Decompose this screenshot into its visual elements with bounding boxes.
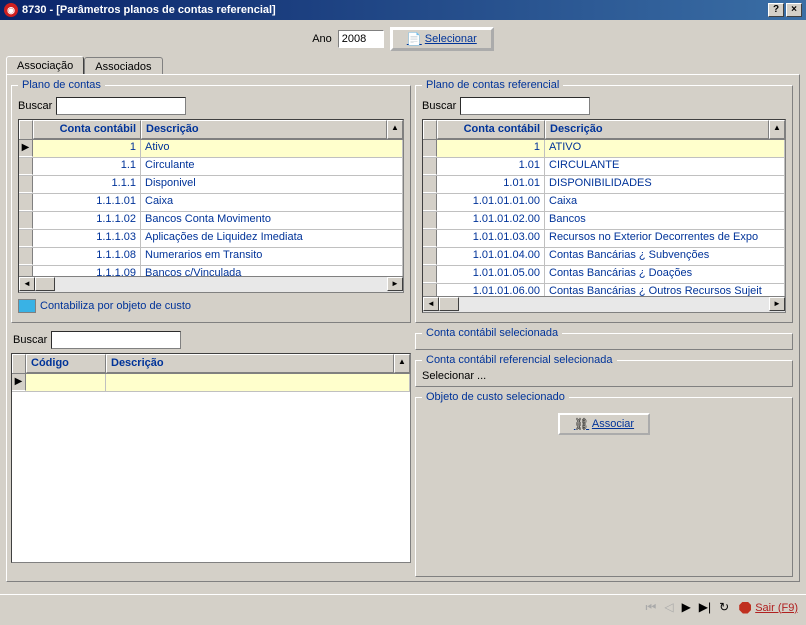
col-descricao[interactable]: Descrição	[545, 120, 769, 139]
table-row[interactable]: 1.01CIRCULANTE	[423, 158, 785, 176]
stop-icon	[739, 602, 751, 614]
close-button[interactable]: ×	[786, 3, 802, 17]
tab-associacao[interactable]: Associação	[6, 56, 84, 74]
table-row[interactable]: 1.1.1.03Aplicações de Liquidez Imediata	[19, 230, 403, 248]
color-swatch	[18, 299, 36, 313]
year-label: Ano	[312, 33, 332, 45]
associar-button[interactable]: ⛓ Associar	[558, 413, 650, 435]
table-row[interactable]: 1.1.1.08Numerarios em Transito	[19, 248, 403, 266]
grid-bottom: Código Descrição ▲ ▶	[11, 353, 411, 563]
table-row[interactable]: ▶1Ativo	[19, 140, 403, 158]
table-row[interactable]: 1ATIVO	[423, 140, 785, 158]
nav-next-icon[interactable]: ▶	[682, 600, 691, 615]
check-label: Contabiliza por objeto de custo	[40, 300, 191, 312]
tab-strip: Associação Associados	[6, 56, 800, 74]
search-label: Buscar	[13, 334, 47, 346]
col-descricao[interactable]: Descrição	[106, 354, 394, 373]
panel-title: Plano de contas	[18, 79, 105, 91]
year-input[interactable]	[338, 30, 384, 48]
row-marker-head	[423, 120, 437, 139]
table-row[interactable]: 1.01.01DISPONIBILIDADES	[423, 176, 785, 194]
scroll-up-icon[interactable]: ▲	[394, 354, 410, 373]
panel-plano-referencial: Plano de contas referencial Buscar Conta…	[415, 79, 793, 323]
search-input-bottom[interactable]	[51, 331, 181, 349]
grid-right: Conta contábil Descrição ▲ 1ATIVO1.01CIR…	[422, 119, 786, 313]
nav-first-icon[interactable]: ⏮	[646, 600, 657, 615]
refresh-icon[interactable]: ↻	[719, 600, 729, 615]
app-icon: ◉	[4, 3, 18, 17]
select-button[interactable]: 📄 Selecionar	[390, 27, 494, 51]
col-conta-contabil[interactable]: Conta contábil	[437, 120, 545, 139]
nav-last-icon[interactable]: ▶|	[699, 600, 711, 615]
row-marker-head	[12, 354, 26, 373]
window-title: 8730 - [Parâmetros planos de contas refe…	[22, 4, 276, 16]
help-button[interactable]: ?	[768, 3, 784, 17]
table-row[interactable]: 1.1.1.09Bancos c/Vinculada	[19, 266, 403, 276]
search-input-left[interactable]	[56, 97, 186, 115]
table-row[interactable]: 1.01.01.05.00Contas Bancárias ¿ Doações	[423, 266, 785, 284]
table-row[interactable]: 1.01.01.06.00Contas Bancárias ¿ Outros R…	[423, 284, 785, 296]
scroll-right-icon[interactable]: ►	[387, 277, 403, 291]
scroll-up-icon[interactable]: ▲	[769, 120, 785, 139]
table-row[interactable]: 1.1Circulante	[19, 158, 403, 176]
status-bar: ⏮ ◁ ▶ ▶| ↻ Sair (F9)	[0, 594, 806, 620]
document-icon: 📄	[407, 32, 421, 46]
nav-icons: ⏮ ◁ ▶ ▶| ↻	[646, 600, 730, 615]
scroll-thumb[interactable]	[439, 297, 459, 311]
table-row[interactable]: 1.1.1.01Caixa	[19, 194, 403, 212]
search-input-right[interactable]	[460, 97, 590, 115]
hscroll-left[interactable]: ◄ ►	[19, 276, 403, 292]
table-row[interactable]: 1.01.01.04.00Contas Bancárias ¿ Subvençõ…	[423, 248, 785, 266]
tab-associados[interactable]: Associados	[84, 57, 162, 75]
select-text[interactable]: Selecionar ...	[422, 370, 786, 382]
panel-conta-ref-selecionada: Conta contábil referencial selecionada S…	[415, 354, 793, 387]
table-row[interactable]: 1.1.1Disponivel	[19, 176, 403, 194]
row-marker-head	[19, 120, 33, 139]
panel-title: Conta contábil referencial selecionada	[422, 354, 617, 366]
table-row[interactable]: 1.01.01.01.00Caixa	[423, 194, 785, 212]
link-icon: ⛓	[574, 417, 588, 431]
col-codigo[interactable]: Código	[26, 354, 106, 373]
table-row[interactable]: 1.01.01.02.00Bancos	[423, 212, 785, 230]
panel-plano-de-contas: Plano de contas Buscar Conta contábil De…	[11, 79, 411, 323]
hscroll-right[interactable]: ◄ ►	[423, 296, 785, 312]
panel-conta-selecionada: Conta contábil selecionada	[415, 327, 793, 350]
scroll-up-icon[interactable]: ▲	[387, 120, 403, 139]
table-row[interactable]: 1.1.1.02Bancos Conta Movimento	[19, 212, 403, 230]
exit-button[interactable]: Sair (F9)	[739, 602, 798, 614]
scroll-left-icon[interactable]: ◄	[19, 277, 35, 291]
scroll-thumb[interactable]	[35, 277, 55, 291]
nav-prev-icon[interactable]: ◁	[664, 600, 673, 615]
table-row[interactable]: ▶	[12, 374, 410, 392]
tab-panel: Plano de contas Buscar Conta contábil De…	[6, 74, 800, 582]
grid-left: Conta contábil Descrição ▲ ▶1Ativo1.1Cir…	[18, 119, 404, 293]
col-conta-contabil[interactable]: Conta contábil	[33, 120, 141, 139]
col-descricao[interactable]: Descrição	[141, 120, 387, 139]
panel-title: Objeto de custo selecionado	[422, 391, 569, 403]
scroll-left-icon[interactable]: ◄	[423, 297, 439, 311]
search-label: Buscar	[18, 100, 52, 112]
panel-title: Conta contábil selecionada	[422, 327, 562, 339]
table-row[interactable]: 1.01.01.03.00Recursos no Exterior Decorr…	[423, 230, 785, 248]
scroll-right-icon[interactable]: ►	[769, 297, 785, 311]
panel-title: Plano de contas referencial	[422, 79, 563, 91]
search-label: Buscar	[422, 100, 456, 112]
top-controls: Ano 📄 Selecionar	[6, 26, 800, 52]
panel-objeto-custo: Objeto de custo selecionado ⛓ Associar	[415, 391, 793, 577]
title-bar: ◉ 8730 - [Parâmetros planos de contas re…	[0, 0, 806, 20]
